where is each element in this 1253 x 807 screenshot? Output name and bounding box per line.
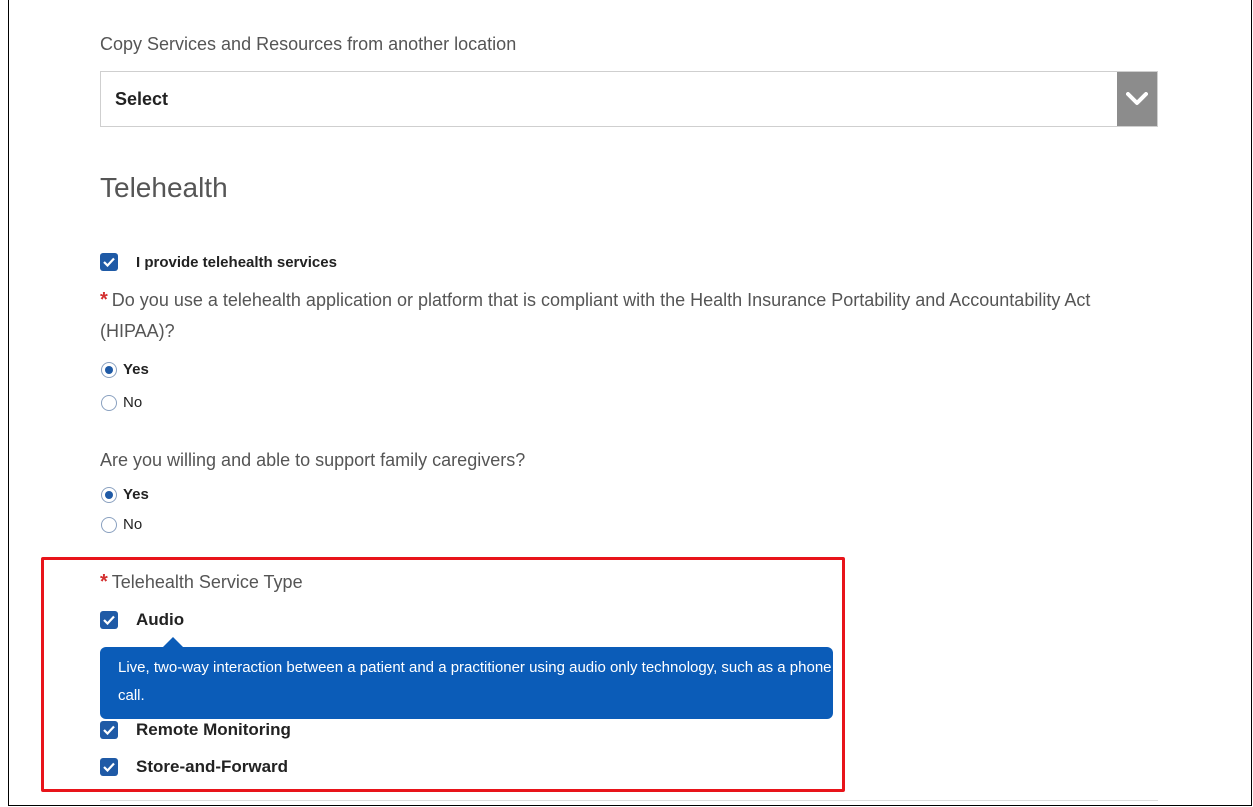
telehealth-section-title: Telehealth [100,172,228,203]
caregiver-radio-no[interactable]: No [101,516,142,533]
provide-telehealth-checkbox-row[interactable]: I provide telehealth services [100,253,337,271]
radio-label-no: No [123,394,143,411]
radio-selected-icon[interactable] [101,486,117,503]
copy-location-select[interactable]: Select [100,71,1158,127]
check-icon[interactable] [100,253,118,271]
highlight-annotation-box [41,557,845,792]
hipaa-question: * Do you use a telehealth application or … [100,285,1100,347]
hipaa-radio-no[interactable]: No [101,394,142,411]
radio-label-no: No [123,516,143,533]
caregiver-radio-yes[interactable]: Yes [101,486,149,503]
hipaa-radio-yes[interactable]: Yes [101,361,149,378]
divider [100,800,1158,801]
radio-unselected-icon[interactable] [101,394,117,411]
radio-label-yes: Yes [123,361,149,378]
copy-location-label: Copy Services and Resources from another… [100,34,517,54]
select-value: Select [115,89,169,109]
radio-selected-icon[interactable] [101,361,117,378]
hipaa-question-text: Do you use a telehealth application or p… [100,290,1091,341]
radio-unselected-icon[interactable] [101,516,117,533]
provide-telehealth-label: I provide telehealth services [136,253,337,271]
required-marker: * [100,289,108,311]
radio-label-yes: Yes [123,486,149,503]
chevron-down-icon[interactable] [1117,72,1157,126]
caregiver-question: Are you willing and able to support fami… [100,450,526,470]
